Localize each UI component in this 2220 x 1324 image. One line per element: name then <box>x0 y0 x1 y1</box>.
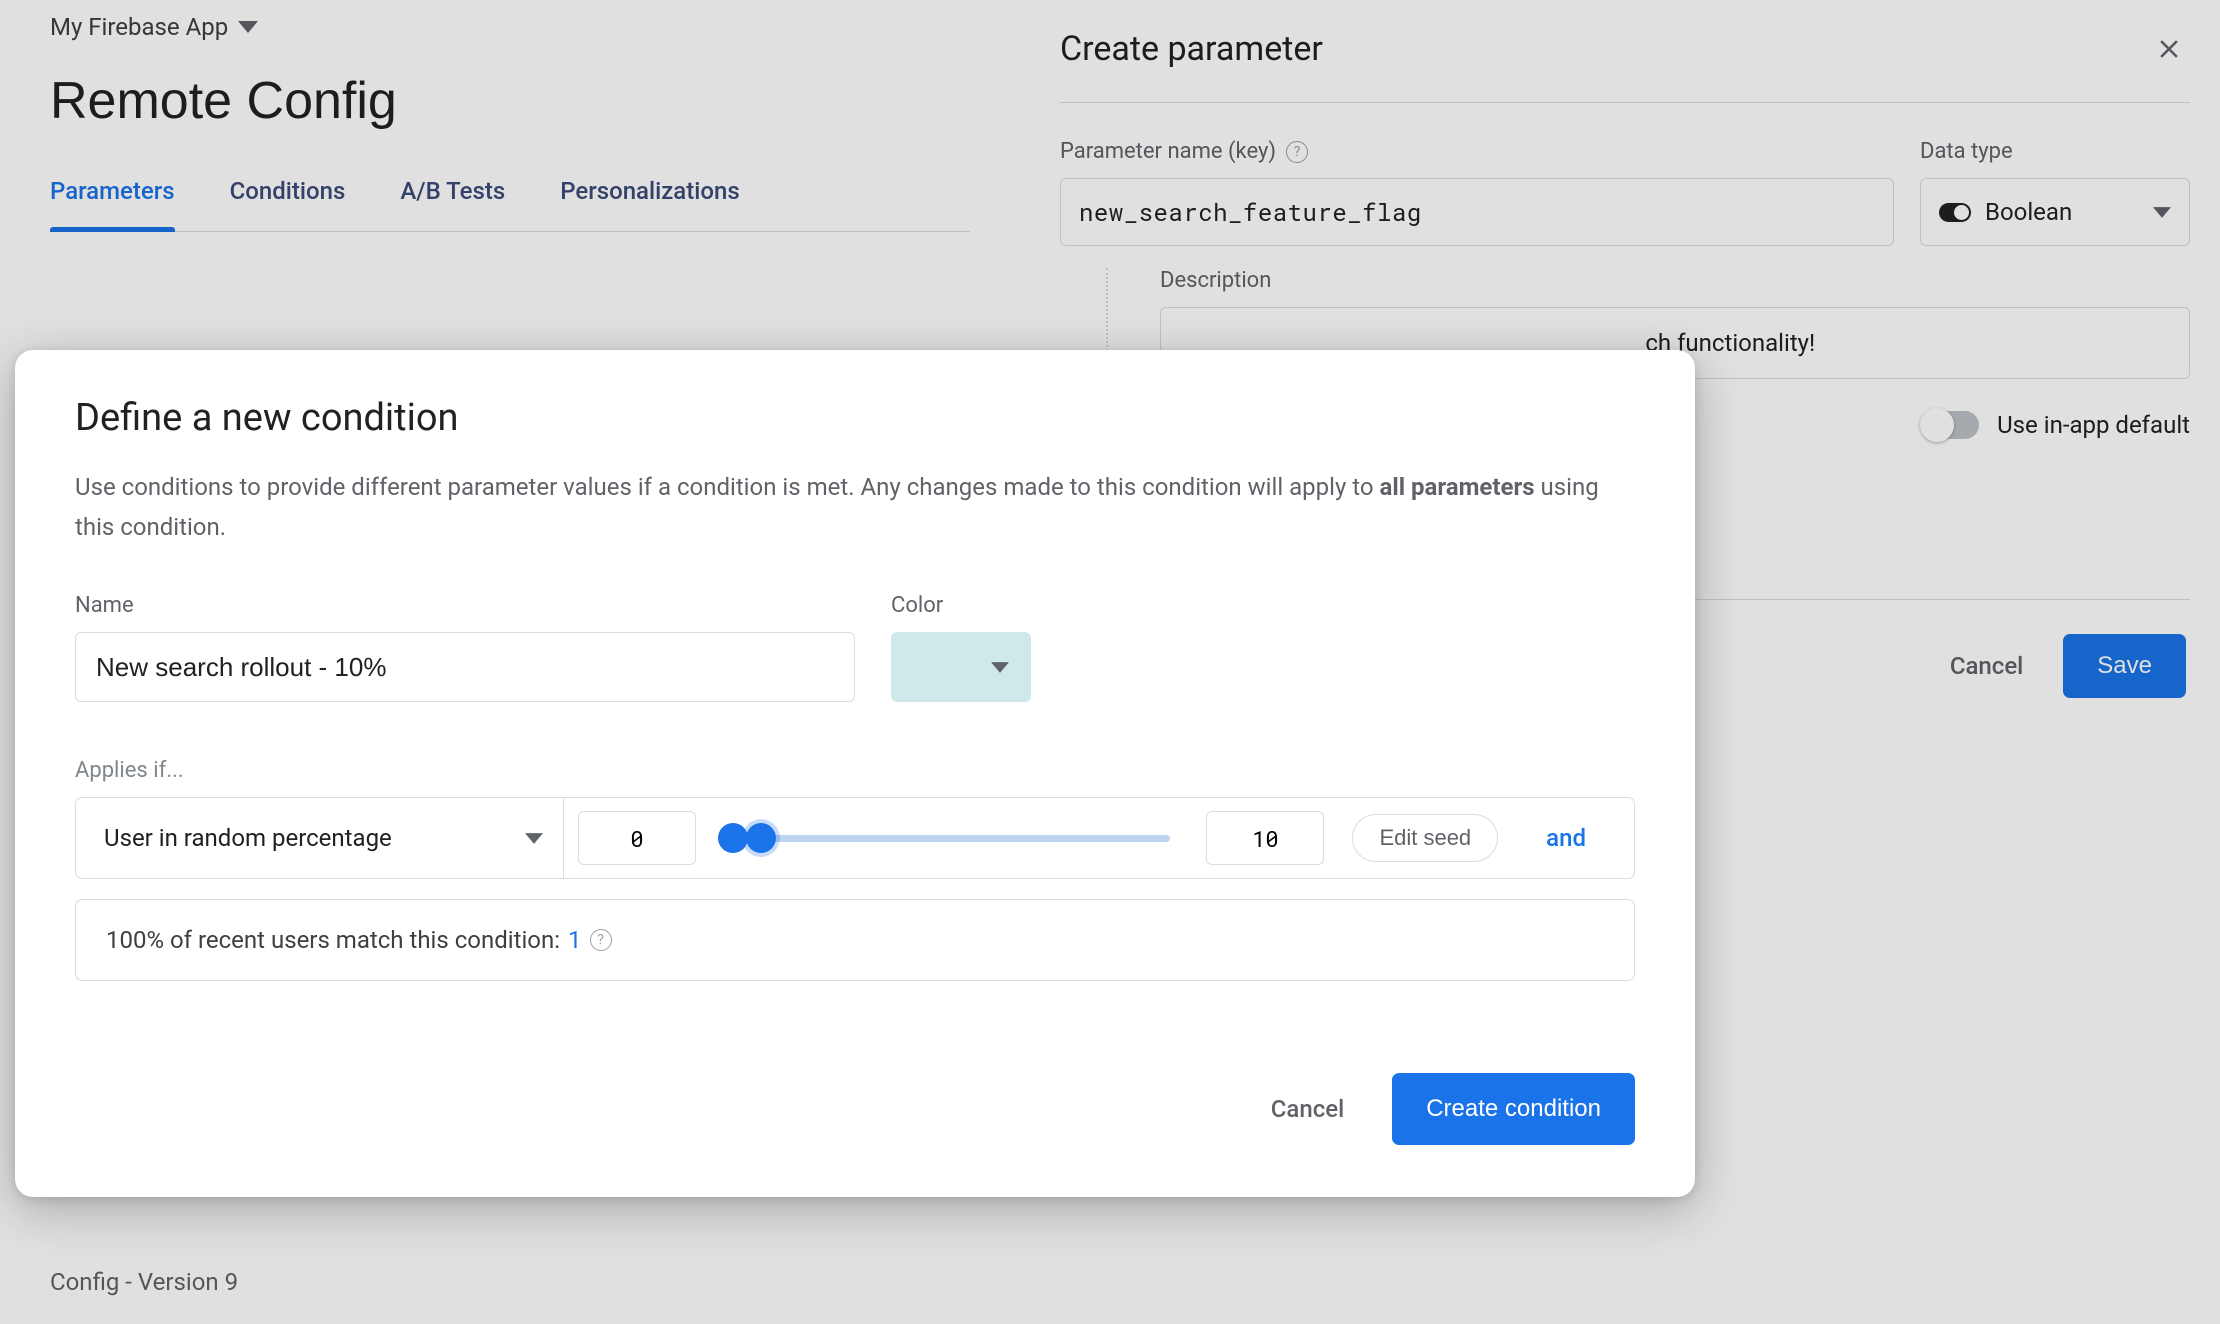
percentile-slider[interactable] <box>718 814 1170 862</box>
in-app-default-label: Use in-app default <box>1997 411 2190 439</box>
and-link[interactable]: and <box>1546 824 1586 852</box>
tab-conditions[interactable]: Conditions <box>230 177 346 231</box>
close-icon[interactable] <box>2148 28 2190 70</box>
tab-ab-tests[interactable]: A/B Tests <box>400 177 505 231</box>
match-info: 100% of recent users match this conditio… <box>75 899 1635 981</box>
edit-seed-button[interactable]: Edit seed <box>1352 814 1498 862</box>
chevron-down-icon <box>238 20 258 34</box>
percentile-upper-input[interactable] <box>1206 811 1324 865</box>
boolean-icon <box>1939 203 1971 222</box>
in-app-default-toggle[interactable] <box>1923 411 1979 439</box>
tab-personalizations[interactable]: Personalizations <box>560 177 739 231</box>
tabs: Parameters Conditions A/B Tests Personal… <box>50 177 970 232</box>
help-icon[interactable]: ? <box>590 929 612 951</box>
config-version: Config - Version 9 <box>50 1268 238 1296</box>
condition-name-input[interactable] <box>75 632 855 702</box>
percentile-lower-input[interactable] <box>578 811 696 865</box>
match-count: 1 <box>568 926 582 954</box>
name-label: Name <box>75 593 855 618</box>
param-name-label: Parameter name (key) ? <box>1060 139 1894 164</box>
description-label: Description <box>1160 268 2190 293</box>
dialog-desc: Use conditions to provide different para… <box>75 468 1635 547</box>
project-selector[interactable]: My Firebase App <box>50 10 258 51</box>
create-condition-button[interactable]: Create condition <box>1392 1073 1635 1145</box>
condition-type-select[interactable]: User in random percentage <box>104 798 564 878</box>
cancel-button[interactable]: Cancel <box>1950 652 2023 680</box>
param-name-input[interactable]: new_search_feature_flag <box>1060 178 1894 246</box>
chevron-down-icon <box>525 833 543 844</box>
panel-title: Create parameter <box>1060 29 1323 69</box>
color-select[interactable] <box>891 632 1031 702</box>
page-title: Remote Config <box>50 71 970 131</box>
datatype-label: Data type <box>1920 139 2190 164</box>
chevron-down-icon <box>2153 207 2171 218</box>
applies-label: Applies if... <box>75 758 1635 783</box>
chevron-down-icon <box>991 662 1009 673</box>
project-name: My Firebase App <box>50 13 228 41</box>
tab-parameters[interactable]: Parameters <box>50 177 175 231</box>
slider-upper-handle[interactable] <box>742 819 780 857</box>
define-condition-dialog: Define a new condition Use conditions to… <box>15 350 1695 1197</box>
datatype-select[interactable]: Boolean <box>1920 178 2190 246</box>
dialog-title: Define a new condition <box>75 396 1635 440</box>
cancel-button[interactable]: Cancel <box>1271 1095 1344 1123</box>
save-button[interactable]: Save <box>2063 634 2186 698</box>
condition-builder: User in random percentage Edit seed and <box>75 797 1635 879</box>
help-icon[interactable]: ? <box>1286 141 1308 163</box>
color-label: Color <box>891 593 1031 618</box>
